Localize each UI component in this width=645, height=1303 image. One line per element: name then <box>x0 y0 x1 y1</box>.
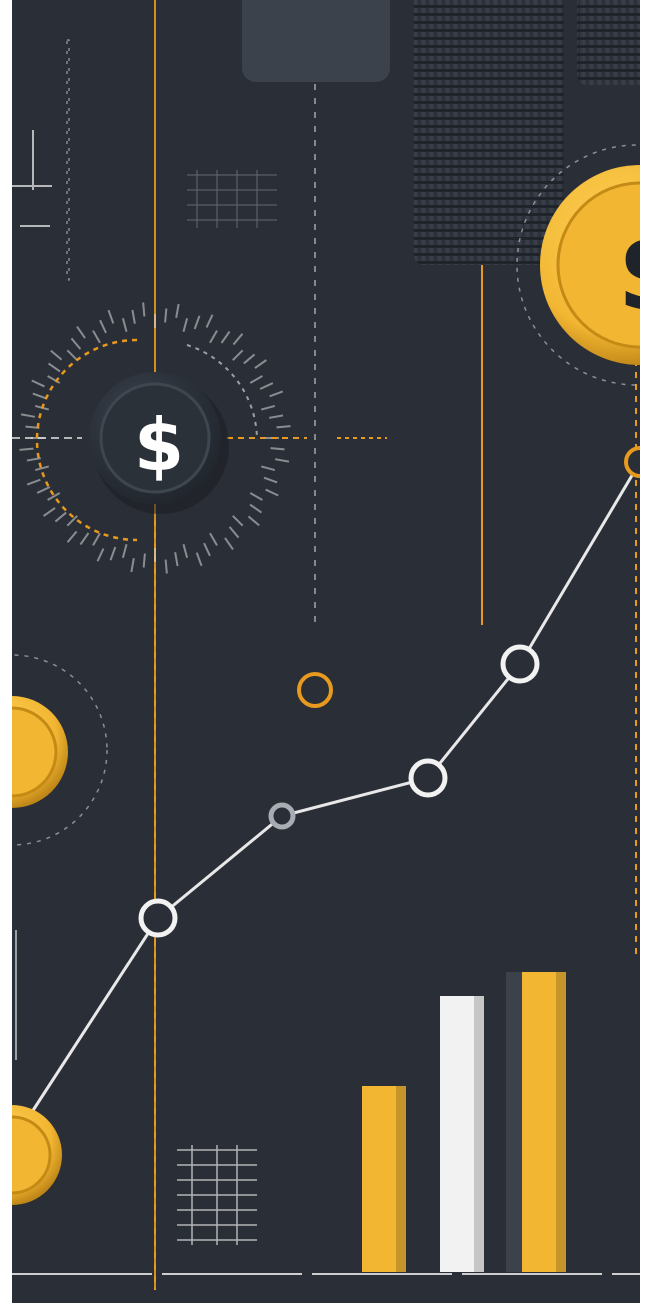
burst-tick <box>142 302 146 317</box>
burst-tick <box>164 308 168 323</box>
burst-tick <box>276 425 291 429</box>
burst-tick <box>270 447 285 451</box>
finance-illustration: $ $ <box>12 0 640 1303</box>
trend-point <box>138 898 178 938</box>
coin-stack-dark-1 <box>414 0 564 265</box>
bar-shadow <box>556 972 566 1272</box>
trend-point <box>500 644 540 684</box>
coin-stack-dark-2 <box>577 0 640 85</box>
dollar-sign-icon: $ <box>134 403 184 487</box>
bar-shadow <box>396 1086 406 1272</box>
dollar-sign-icon: $ <box>617 208 640 336</box>
trend-point <box>408 758 448 798</box>
illustration-svg: $ $ <box>12 0 640 1303</box>
bar-shadow <box>474 996 484 1272</box>
slate-block-top <box>242 0 390 82</box>
burst-tick <box>142 553 146 568</box>
burst-tick <box>19 447 34 451</box>
trend-point <box>624 446 640 478</box>
burst-tick <box>164 559 168 574</box>
trend-point <box>268 802 296 830</box>
